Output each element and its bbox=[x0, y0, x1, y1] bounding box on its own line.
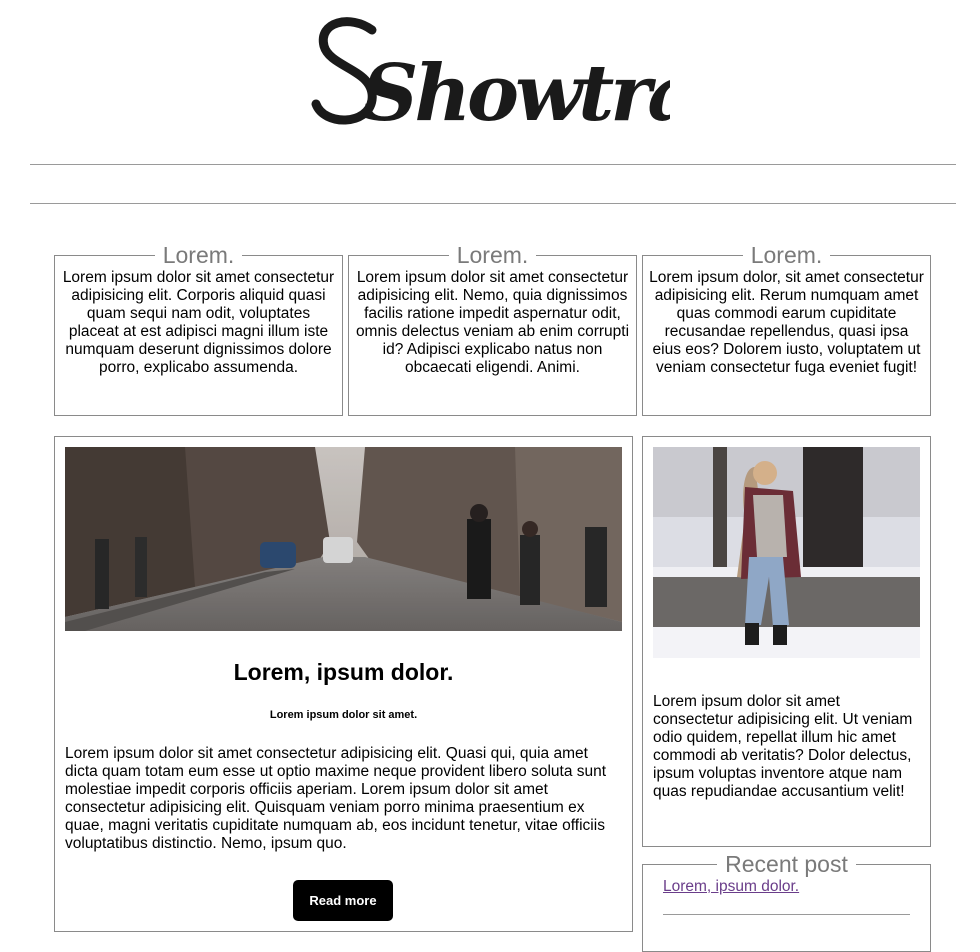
post-title: Lorem, ipsum dolor. bbox=[233, 659, 454, 685]
snow-photo bbox=[653, 447, 920, 658]
header-divider-bottom bbox=[30, 203, 956, 204]
side-post-body: Lorem ipsum dolor sit amet consectetur a… bbox=[653, 693, 913, 800]
post-subtitle: Lorem ipsum dolor sit amet. bbox=[269, 709, 418, 721]
logo-text: Showtrack bbox=[362, 48, 670, 138]
site-logo[interactable]: Showtrack bbox=[0, 8, 980, 138]
recent-divider bbox=[663, 914, 910, 915]
read-more-button[interactable]: Read more bbox=[293, 880, 393, 921]
recent-posts-title: Recent post bbox=[725, 851, 848, 877]
recent-post-link[interactable]: Lorem, ipsum dolor. bbox=[663, 878, 910, 896]
header-divider-top bbox=[30, 164, 956, 165]
feature-box-1: Lorem. Lorem ipsum dolor sit amet consec… bbox=[54, 243, 343, 416]
post-body: Lorem ipsum dolor sit amet consectetur a… bbox=[65, 745, 607, 852]
street-photo bbox=[65, 447, 622, 631]
feature-text: Lorem ipsum dolor, sit amet consectetur … bbox=[649, 269, 924, 376]
feature-title: Lorem. bbox=[456, 242, 529, 268]
feature-text: Lorem ipsum dolor sit amet consectetur a… bbox=[62, 269, 335, 376]
main-post-card: Lorem, ipsum dolor. Lorem ipsum dolor si… bbox=[54, 436, 633, 932]
recent-posts-box: Recent post Lorem, ipsum dolor. bbox=[642, 852, 931, 952]
feature-title: Lorem. bbox=[162, 242, 235, 268]
feature-text: Lorem ipsum dolor sit amet consectetur a… bbox=[355, 269, 630, 376]
side-post-card: Lorem ipsum dolor sit amet consectetur a… bbox=[642, 436, 931, 847]
feature-title: Lorem. bbox=[750, 242, 823, 268]
feature-box-2: Lorem. Lorem ipsum dolor sit amet consec… bbox=[348, 243, 637, 416]
feature-box-3: Lorem. Lorem ipsum dolor, sit amet conse… bbox=[642, 243, 931, 416]
logo-graphic: Showtrack bbox=[311, 17, 670, 138]
